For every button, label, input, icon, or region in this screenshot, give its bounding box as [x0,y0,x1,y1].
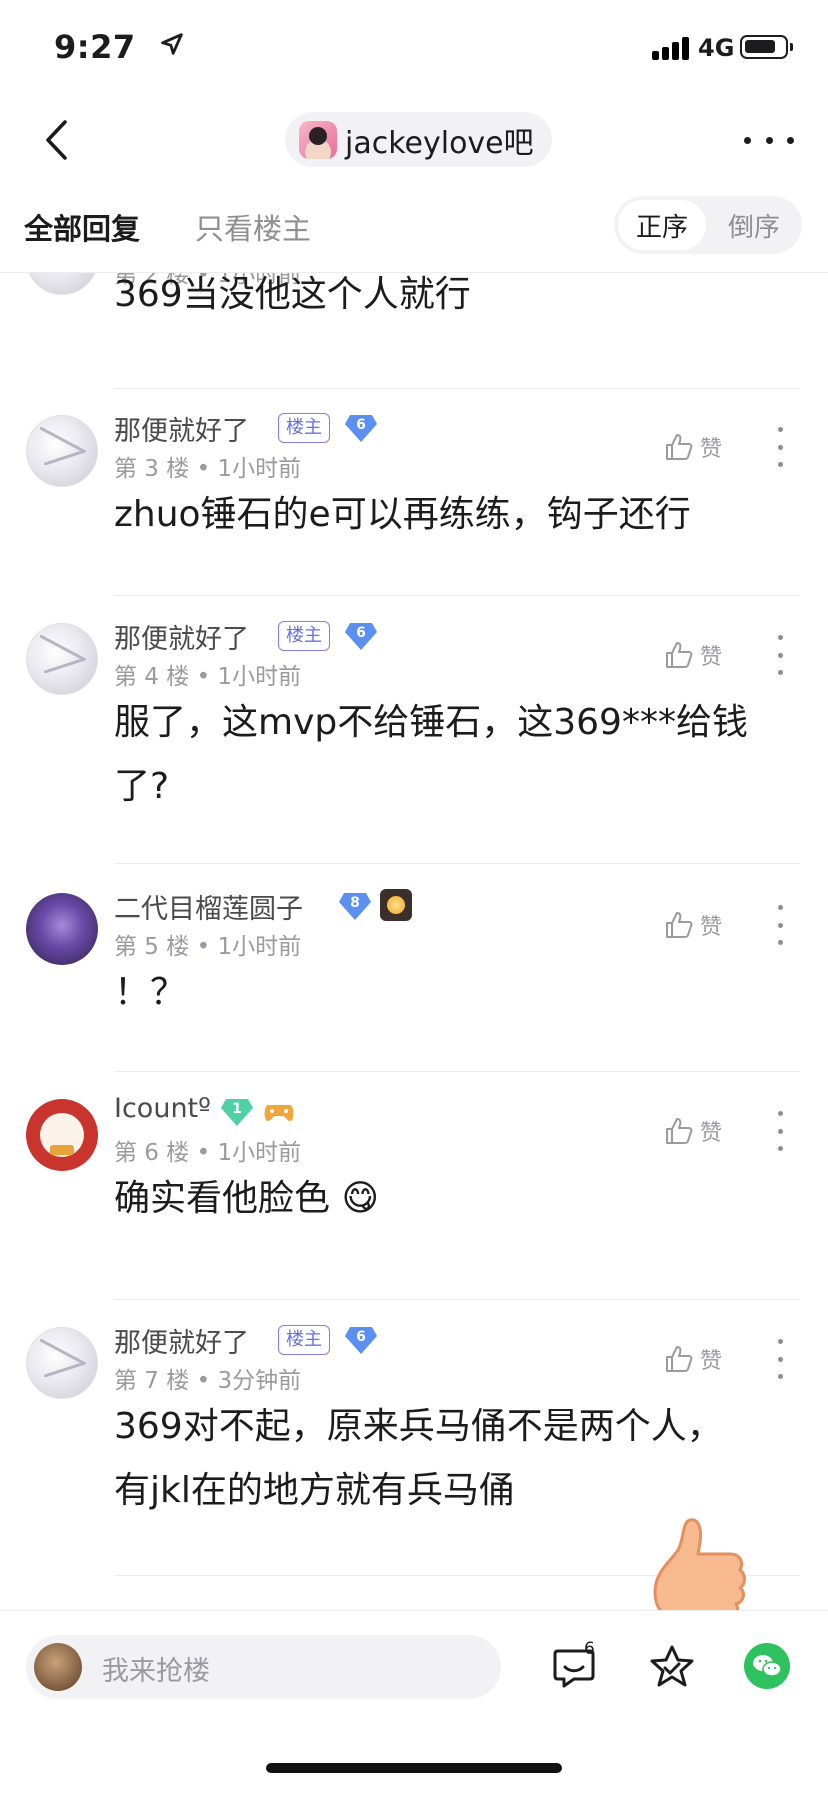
post-meta: 第 3 楼 • 1小时前 [114,456,302,482]
post-text: ！？ [114,972,187,1013]
sort-desc-button[interactable]: 倒序 [710,200,798,250]
op-badge: 楼主 [278,413,330,443]
like-button[interactable]: 赞 [664,905,734,945]
vertical-dots-icon[interactable] [770,635,790,675]
reply-list[interactable]: 第 2 楼 • 1小时前 369当没他这个人就行 那便就好了 楼主 6 第 3 … [0,273,828,1610]
thumbs-up-icon [666,1346,693,1372]
avatar[interactable] [26,1099,98,1171]
post-text: 确实看他脸色 😋 [114,1178,379,1219]
op-badge: 楼主 [278,621,330,651]
like-button[interactable]: 赞 [664,1339,734,1379]
avatar[interactable] [26,623,98,695]
status-bar: 9:27 4G [0,0,828,100]
back-chevron-icon [46,120,67,160]
vertical-dots-icon[interactable] [770,427,790,467]
comment-count: 6 [584,1639,595,1659]
level-badge: 6 [344,1325,378,1355]
like-label: 赞 [700,1121,723,1146]
battery-icon [740,35,793,59]
sort-asc-button[interactable]: 正序 [618,200,706,250]
forum-name: jackeylove吧 [345,125,534,161]
reply-placeholder: 我来抢楼 [102,1656,210,1687]
like-label: 赞 [700,645,723,670]
post-meta: 第 5 楼 • 1小时前 [114,934,302,960]
op-badge: 楼主 [278,1325,330,1355]
like-label: 赞 [700,437,723,462]
username[interactable]: 那便就好了 [114,1321,249,1360]
username[interactable]: 二代目榴莲圆子 [114,887,303,926]
like-label: 赞 [700,915,723,940]
post-meta: 第 6 楼 • 1小时前 [114,1140,302,1166]
reply-input[interactable]: 我来抢楼 [26,1635,501,1699]
medal-icon [380,889,412,921]
post-text: 369当没他这个人就行 [114,274,471,315]
home-indicator[interactable] [266,1763,562,1773]
tab-op-only[interactable]: 只看楼主 [195,206,311,248]
thumbs-up-icon [666,912,693,938]
signal-icon [652,36,692,60]
my-avatar [34,1643,82,1691]
star-icon[interactable] [648,1643,696,1691]
game-controller-icon [264,1105,294,1121]
network-type: 4G [698,34,735,62]
like-button[interactable]: 赞 [664,427,734,467]
back-button[interactable] [36,112,76,168]
like-button[interactable]: 赞 [664,635,734,675]
post-text: zhuo锤石的e可以再练练，钩子还行 [114,494,691,535]
post-meta: 第 4 楼 • 1小时前 [114,664,302,690]
filter-bar: 全部回复 只看楼主 正序 倒序 [0,190,828,273]
vertical-dots-icon[interactable] [770,905,790,945]
forum-chip[interactable]: jackeylove吧 [285,112,552,167]
level-badge: 8 [338,891,372,921]
post-text: 369对不起，原来兵马俑不是两个人，有jkl在的地方就有兵马俑 [114,1406,723,1511]
thumbs-up-icon [666,642,693,668]
avatar[interactable] [26,1327,98,1399]
avatar[interactable] [26,893,98,965]
username[interactable]: Icountº [114,1093,211,1124]
username[interactable]: 那便就好了 [114,617,249,656]
username[interactable]: 那便就好了 [114,409,249,448]
status-time: 9:27 [54,28,136,66]
post-text: 服了，这mvp不给锤石，这369***给钱了? [114,702,748,807]
location-arrow-icon [161,33,183,55]
thumbs-up-icon [666,434,693,460]
thumbs-up-icon [666,1118,693,1144]
bottom-bar: 我来抢楼 6 [0,1610,828,1793]
level-badge: 6 [344,413,378,443]
wechat-icon[interactable] [744,1643,790,1689]
vertical-dots-icon[interactable] [770,1111,790,1151]
like-label: 赞 [700,1349,723,1374]
level-badge: 6 [344,621,378,651]
like-button[interactable]: 赞 [664,1111,734,1151]
post-meta: 第 7 楼 • 3分钟前 [114,1368,302,1394]
vertical-dots-icon[interactable] [770,1339,790,1379]
forum-avatar [299,120,337,159]
tab-all-replies[interactable]: 全部回复 [24,206,140,248]
avatar[interactable] [26,273,98,295]
more-dots-icon[interactable] [744,118,794,162]
sort-toggle: 正序 倒序 [614,196,802,254]
avatar[interactable] [26,415,98,487]
level-badge: 1 [220,1097,254,1127]
